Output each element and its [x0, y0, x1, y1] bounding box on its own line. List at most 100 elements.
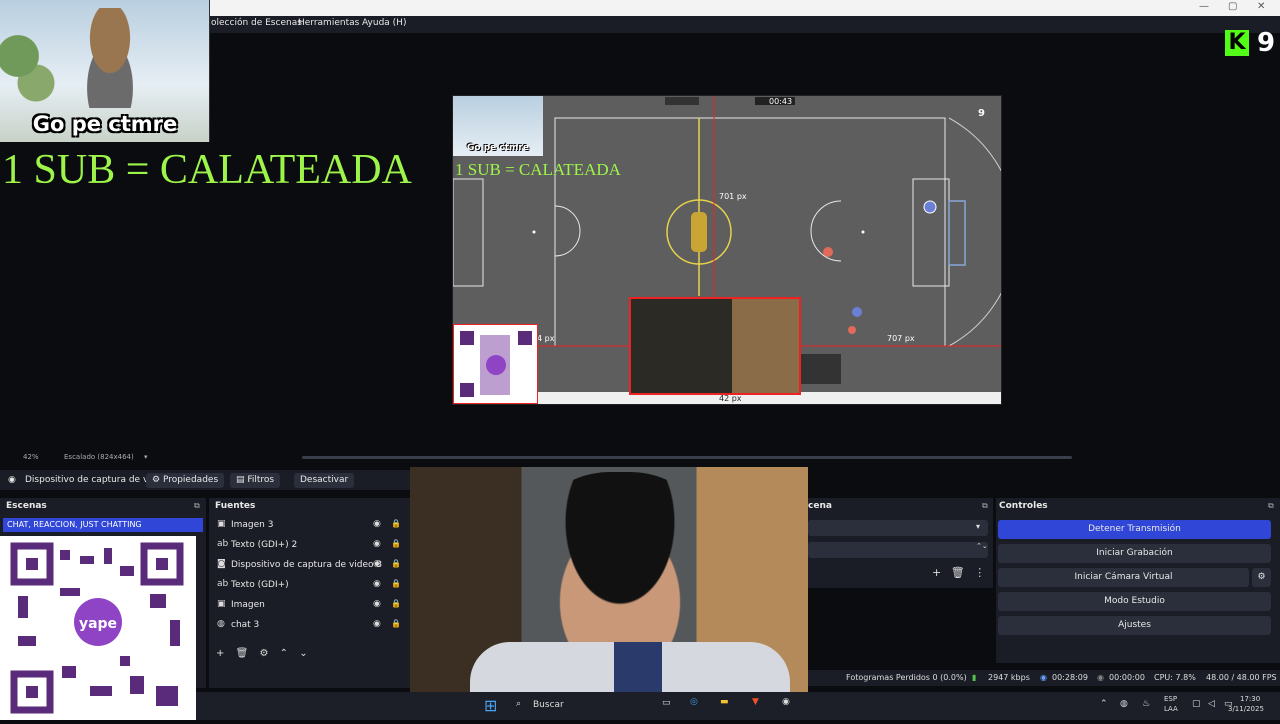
dock-menu-icon[interactable]: ⧉ [194, 501, 200, 511]
transition-select[interactable]: ▾ [808, 520, 988, 536]
tray-app-icon[interactable]: ◍ [1120, 699, 1128, 709]
eye-icon[interactable]: ◉ [373, 539, 381, 549]
guide-distance-right: 707 px [887, 334, 915, 343]
source-item[interactable]: ▣ Imagen ◉ 🔒 [217, 598, 407, 614]
lock-icon[interactable]: 🔒 [391, 519, 401, 528]
taskbar-search[interactable]: Buscar [533, 700, 564, 710]
settings-button[interactable]: Ajustes [998, 616, 1271, 635]
trophy-icon [691, 212, 707, 252]
menu-tools[interactable]: Herramientas [298, 18, 359, 28]
right-penalty-box [912, 178, 950, 287]
add-source-icon[interactable]: + [216, 648, 224, 659]
source-item[interactable]: ▣ Imagen 3 ◉ 🔒 [217, 518, 407, 534]
move-down-icon[interactable]: ⌄ [299, 648, 307, 659]
svg-text:yape: yape [79, 616, 117, 632]
stop-stream-button[interactable]: Detener Transmisión [998, 520, 1271, 539]
dock-menu-icon[interactable]: ⧉ [1268, 501, 1274, 511]
volume-icon[interactable]: ◁ [1208, 699, 1215, 709]
transitions-title: cena [808, 501, 832, 511]
record-icon: ◉ [1097, 673, 1104, 682]
preview-meme: Go pe ctmre [453, 96, 543, 156]
lock-icon[interactable]: 🔒 [391, 539, 401, 548]
network-icon[interactable]: ▢ [1192, 699, 1201, 709]
start-recording-button[interactable]: Iniciar Grabación [998, 544, 1271, 563]
meme-caption: Go pe ctmre [32, 112, 178, 136]
preview-canvas[interactable]: Go pe ctmre 1 SUB = CALATEADA 00:43 701 … [452, 95, 1002, 405]
delete-transition-icon[interactable]: 🗑 [951, 566, 965, 579]
search-icon[interactable]: ⌕ [516, 699, 521, 709]
text-icon: ab [217, 579, 229, 589]
eye-icon[interactable]: ◉ [373, 579, 381, 589]
deactivate-button[interactable]: Desactivar [294, 473, 355, 488]
filters-button[interactable]: ▤ Filtros [230, 473, 281, 488]
language-layout[interactable]: LAA [1164, 705, 1178, 713]
close-button[interactable]: ✕ [1257, 1, 1265, 12]
eye-icon[interactable]: ◉ [373, 519, 381, 529]
preview-qr-pattern [460, 331, 532, 397]
eye-icon[interactable]: ◉ [373, 599, 381, 609]
minimize-button[interactable]: — [1199, 1, 1209, 12]
clock-time[interactable]: 17:30 [1240, 695, 1260, 703]
tray-mic-icon[interactable]: ♨ [1142, 699, 1150, 709]
add-transition-icon[interactable]: + [932, 566, 941, 579]
horizontal-scrollbar[interactable] [302, 456, 1072, 459]
studio-mode-button[interactable]: Modo Estudio [998, 592, 1271, 611]
move-up-icon[interactable]: ⌃ [280, 648, 288, 659]
menu-scene-collection[interactable]: olección de Escenas [211, 18, 302, 28]
more-icon[interactable]: ⋮ [974, 566, 985, 579]
stream-time: 00:28:09 [1052, 673, 1088, 682]
virtual-camera-button[interactable]: Iniciar Cámara Virtual [998, 568, 1249, 587]
image-icon: ▣ [217, 519, 226, 529]
source-toolbar: ◉ Dispositivo de captura de v ⚙ Propieda… [0, 470, 410, 490]
source-item[interactable]: ◍ chat 3 ◉ 🔒 [217, 618, 407, 634]
lock-icon[interactable]: 🔒 [391, 579, 401, 588]
preview-webcam-selected[interactable] [629, 297, 801, 395]
zoom-level[interactable]: 42% [23, 453, 39, 461]
player-red-icon [823, 247, 833, 257]
scene-item[interactable]: CHAT, REACCION, JUST CHATTING [3, 518, 203, 532]
remove-source-icon[interactable]: 🗑 [236, 648, 249, 659]
sources-title: Fuentes [215, 501, 256, 511]
properties-button[interactable]: ⚙ Propiedades [146, 473, 225, 488]
kick-badge: K 9 [1225, 28, 1277, 58]
source-settings-icon[interactable]: ⚙ [259, 648, 268, 659]
eye-icon[interactable]: ◉ [373, 559, 381, 569]
meme-background [0, 20, 60, 110]
scale-dropdown-icon[interactable]: ▾ [144, 453, 148, 461]
eye-icon[interactable]: ◉ [373, 619, 381, 629]
file-explorer-icon[interactable]: ▬ [720, 697, 729, 707]
source-label: Texto (GDI+) [231, 580, 289, 590]
bitrate: 2947 kbps [988, 673, 1030, 682]
duration-spinner[interactable]: ⌃⌄ [808, 542, 988, 558]
preview-kick-count: 9 [978, 108, 985, 119]
lock-icon[interactable]: 🔒 [391, 599, 401, 608]
virtual-camera-settings-icon[interactable]: ⚙ [1252, 568, 1271, 587]
dock-menu-icon[interactable]: ⧉ [982, 501, 988, 511]
menu-help[interactable]: Ayuda (H) [362, 18, 406, 28]
preview-timer: 00:43 [769, 97, 793, 106]
controls-title: Controles [999, 501, 1048, 511]
sources-toolbar: + 🗑 ⚙ ⌃ ⌄ [216, 648, 308, 659]
player-red2-icon [848, 326, 856, 334]
lock-icon[interactable]: 🔒 [391, 559, 401, 568]
edge-icon[interactable]: ◎ [690, 697, 698, 707]
source-item[interactable]: ab Texto (GDI+) ◉ 🔒 [217, 578, 407, 594]
task-view-icon[interactable]: ▭ [662, 698, 671, 708]
guide-distance-bottom: 42 px [719, 394, 742, 403]
properties-label: Propiedades [162, 475, 219, 485]
stream-icon: ◉ [1040, 673, 1047, 682]
obs-icon[interactable]: ◉ [782, 697, 790, 707]
tray-expand-icon[interactable]: ⌃ [1100, 699, 1108, 709]
maximize-button[interactable]: ▢ [1228, 1, 1237, 12]
clock-date[interactable]: 3/11/2025 [1228, 705, 1264, 713]
guide-distance-left: 4 px [537, 334, 555, 343]
language-indicator[interactable]: ESP [1164, 695, 1177, 703]
source-label: Texto (GDI+) 2 [231, 540, 298, 550]
lock-icon[interactable]: 🔒 [391, 619, 401, 628]
cpu-usage: CPU: 7.8% [1154, 673, 1196, 682]
scale-mode[interactable]: Escalado (824x464) [64, 453, 134, 461]
windows-start-icon[interactable]: ⊞ [484, 696, 497, 715]
source-item[interactable]: ab Texto (GDI+) 2 ◉ 🔒 [217, 538, 407, 554]
source-item[interactable]: ◙ Dispositivo de captura de video 3 ◉ 🔒 [217, 558, 407, 574]
brave-icon[interactable]: ▼ [752, 697, 759, 707]
